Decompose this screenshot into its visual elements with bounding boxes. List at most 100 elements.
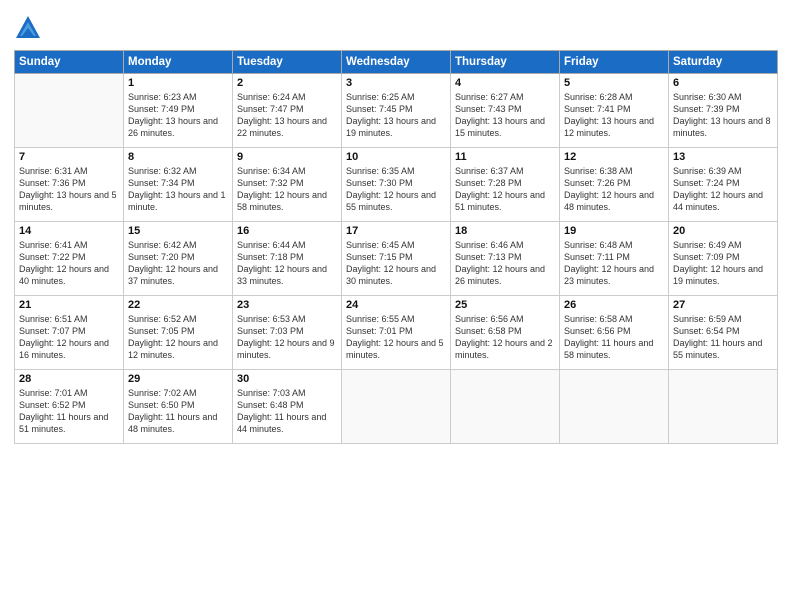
day-number: 11 [455,151,555,163]
day-cell: 16Sunrise: 6:44 AM Sunset: 7:18 PM Dayli… [233,222,342,296]
day-info: Sunrise: 6:27 AM Sunset: 7:43 PM Dayligh… [455,91,555,140]
day-number: 25 [455,299,555,311]
day-cell: 27Sunrise: 6:59 AM Sunset: 6:54 PM Dayli… [669,296,778,370]
day-cell: 3 Sunrise: 6:25 AM Sunset: 7:45 PM Daylig… [342,74,451,148]
day-cell: 4Sunrise: 6:27 AM Sunset: 7:43 PM Daylig… [451,74,560,148]
header-cell-monday: Monday [124,51,233,74]
day-number: 19 [564,225,664,237]
day-cell [451,370,560,444]
day-info: Sunrise: 6:23 AM Sunset: 7:49 PM Dayligh… [128,91,228,140]
day-info: Sunrise: 6:34 AM Sunset: 7:32 PM Dayligh… [237,165,337,214]
day-cell: 8 Sunrise: 6:32 AM Sunset: 7:34 PM Daylig… [124,148,233,222]
day-cell: 7 Sunrise: 6:31 AM Sunset: 7:36 PM Daylig… [15,148,124,222]
day-cell: 19 Sunrise: 6:48 AM Sunset: 7:11 PM Dayli… [560,222,669,296]
header [14,10,778,42]
day-info: Sunrise: 6:45 AM Sunset: 7:15 PM Dayligh… [346,239,446,288]
day-cell: 2 Sunrise: 6:24 AM Sunset: 7:47 PM Daylig… [233,74,342,148]
header-row: SundayMondayTuesdayWednesdayThursdayFrid… [15,51,778,74]
day-info: Sunrise: 6:38 AM Sunset: 7:26 PM Dayligh… [564,165,664,214]
day-number: 28 [19,373,119,385]
day-info: Sunrise: 6:52 AM Sunset: 7:05 PM Dayligh… [128,313,228,362]
day-number: 2 [237,77,337,89]
day-info: Sunrise: 6:44 AM Sunset: 7:18 PM Dayligh… [237,239,337,288]
day-cell [15,74,124,148]
header-cell-thursday: Thursday [451,51,560,74]
day-number: 14 [19,225,119,237]
day-cell: 9 Sunrise: 6:34 AM Sunset: 7:32 PM Daylig… [233,148,342,222]
day-number: 23 [237,299,337,311]
day-number: 22 [128,299,228,311]
week-row-2: 14 Sunrise: 6:41 AM Sunset: 7:22 PM Dayli… [15,222,778,296]
day-number: 10 [346,151,446,163]
day-cell: 22 Sunrise: 6:52 AM Sunset: 7:05 PM Dayli… [124,296,233,370]
day-info: Sunrise: 6:48 AM Sunset: 7:11 PM Dayligh… [564,239,664,288]
day-info: Sunrise: 6:24 AM Sunset: 7:47 PM Dayligh… [237,91,337,140]
day-cell: 10 Sunrise: 6:35 AM Sunset: 7:30 PM Dayli… [342,148,451,222]
day-cell: 24Sunrise: 6:55 AM Sunset: 7:01 PM Dayli… [342,296,451,370]
day-info: Sunrise: 6:32 AM Sunset: 7:34 PM Dayligh… [128,165,228,214]
day-info: Sunrise: 6:25 AM Sunset: 7:45 PM Dayligh… [346,91,446,140]
day-cell: 12 Sunrise: 6:38 AM Sunset: 7:26 PM Dayli… [560,148,669,222]
day-number: 5 [564,77,664,89]
day-cell: 15 Sunrise: 6:42 AM Sunset: 7:20 PM Dayli… [124,222,233,296]
day-info: Sunrise: 6:49 AM Sunset: 7:09 PM Dayligh… [673,239,773,288]
day-info: Sunrise: 6:42 AM Sunset: 7:20 PM Dayligh… [128,239,228,288]
day-cell: 11Sunrise: 6:37 AM Sunset: 7:28 PM Dayli… [451,148,560,222]
day-number: 3 [346,77,446,89]
day-cell: 21Sunrise: 6:51 AM Sunset: 7:07 PM Dayli… [15,296,124,370]
day-number: 9 [237,151,337,163]
day-cell: 5 Sunrise: 6:28 AM Sunset: 7:41 PM Daylig… [560,74,669,148]
day-cell [560,370,669,444]
day-info: Sunrise: 6:41 AM Sunset: 7:22 PM Dayligh… [19,239,119,288]
day-info: Sunrise: 6:53 AM Sunset: 7:03 PM Dayligh… [237,313,337,362]
day-cell: 20Sunrise: 6:49 AM Sunset: 7:09 PM Dayli… [669,222,778,296]
week-row-3: 21Sunrise: 6:51 AM Sunset: 7:07 PM Dayli… [15,296,778,370]
header-cell-tuesday: Tuesday [233,51,342,74]
day-info: Sunrise: 7:01 AM Sunset: 6:52 PM Dayligh… [19,387,119,436]
week-row-0: 1 Sunrise: 6:23 AM Sunset: 7:49 PM Daylig… [15,74,778,148]
header-cell-wednesday: Wednesday [342,51,451,74]
day-info: Sunrise: 6:30 AM Sunset: 7:39 PM Dayligh… [673,91,773,140]
day-number: 1 [128,77,228,89]
day-info: Sunrise: 6:55 AM Sunset: 7:01 PM Dayligh… [346,313,446,362]
day-number: 26 [564,299,664,311]
day-cell: 25Sunrise: 6:56 AM Sunset: 6:58 PM Dayli… [451,296,560,370]
day-cell: 28 Sunrise: 7:01 AM Sunset: 6:52 PM Dayli… [15,370,124,444]
day-info: Sunrise: 6:39 AM Sunset: 7:24 PM Dayligh… [673,165,773,214]
day-number: 27 [673,299,773,311]
day-number: 29 [128,373,228,385]
day-number: 8 [128,151,228,163]
day-number: 7 [19,151,119,163]
day-cell [669,370,778,444]
day-info: Sunrise: 6:31 AM Sunset: 7:36 PM Dayligh… [19,165,119,214]
week-row-4: 28 Sunrise: 7:01 AM Sunset: 6:52 PM Dayli… [15,370,778,444]
day-info: Sunrise: 7:03 AM Sunset: 6:48 PM Dayligh… [237,387,337,436]
header-cell-saturday: Saturday [669,51,778,74]
day-cell: 30 Sunrise: 7:03 AM Sunset: 6:48 PM Dayli… [233,370,342,444]
day-cell: 26 Sunrise: 6:58 AM Sunset: 6:56 PM Dayli… [560,296,669,370]
day-cell: 23 Sunrise: 6:53 AM Sunset: 7:03 PM Dayli… [233,296,342,370]
day-cell: 6Sunrise: 6:30 AM Sunset: 7:39 PM Daylig… [669,74,778,148]
logo-icon [14,14,42,42]
day-cell: 17 Sunrise: 6:45 AM Sunset: 7:15 PM Dayli… [342,222,451,296]
day-cell [342,370,451,444]
calendar-header: SundayMondayTuesdayWednesdayThursdayFrid… [15,51,778,74]
day-cell: 14 Sunrise: 6:41 AM Sunset: 7:22 PM Dayli… [15,222,124,296]
day-cell: 13 Sunrise: 6:39 AM Sunset: 7:24 PM Dayli… [669,148,778,222]
day-number: 13 [673,151,773,163]
day-cell: 18Sunrise: 6:46 AM Sunset: 7:13 PM Dayli… [451,222,560,296]
logo [14,14,46,42]
day-info: Sunrise: 7:02 AM Sunset: 6:50 PM Dayligh… [128,387,228,436]
day-info: Sunrise: 6:58 AM Sunset: 6:56 PM Dayligh… [564,313,664,362]
day-number: 12 [564,151,664,163]
header-cell-friday: Friday [560,51,669,74]
calendar-table: SundayMondayTuesdayWednesdayThursdayFrid… [14,50,778,444]
day-info: Sunrise: 6:35 AM Sunset: 7:30 PM Dayligh… [346,165,446,214]
day-number: 21 [19,299,119,311]
day-number: 17 [346,225,446,237]
day-info: Sunrise: 6:28 AM Sunset: 7:41 PM Dayligh… [564,91,664,140]
day-number: 15 [128,225,228,237]
day-number: 18 [455,225,555,237]
header-cell-sunday: Sunday [15,51,124,74]
day-number: 30 [237,373,337,385]
